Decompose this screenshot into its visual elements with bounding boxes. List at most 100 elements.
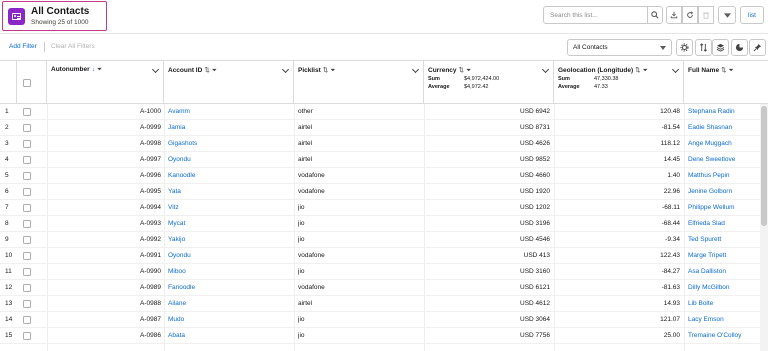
cell-full-name[interactable]: Ted Spurett (688, 232, 760, 248)
table-row[interactable]: 5 A-0996 Kanoodle vodafone USD 4660 1.40 Matth… (0, 168, 760, 184)
row-checkbox[interactable] (23, 236, 31, 244)
row-checkbox[interactable] (23, 156, 31, 164)
cell-account-id[interactable]: Fanoodle (168, 280, 288, 296)
cell-full-name[interactable]: Lacy Emson (688, 312, 760, 328)
add-filter-link[interactable]: Add Filter (9, 43, 37, 50)
table-row[interactable]: 8 A-0993 Mycat jio USD 3196 -68.44 Elfrieda Sl… (0, 216, 760, 232)
cell-full-name[interactable]: Ange Muggach (688, 136, 760, 152)
row-checkbox[interactable] (23, 220, 31, 228)
sort-icon[interactable]: ⇅ (721, 67, 726, 74)
refresh-button[interactable] (682, 6, 698, 24)
cell-account-id[interactable]: Mudo (168, 312, 288, 328)
list-view-button[interactable]: list (740, 6, 764, 24)
cell-account-id[interactable]: Miboo (168, 264, 288, 280)
cell-full-name[interactable]: Marge Tripett (688, 248, 760, 264)
row-checkbox[interactable] (23, 268, 31, 276)
cell-account-id[interactable]: Kanoodle (168, 168, 288, 184)
table-row[interactable]: 11 A-0990 Miboo jio USD 3160 -84.27 Asa Dallis… (0, 264, 760, 280)
chevron-down-icon[interactable] (671, 65, 680, 74)
table-row[interactable]: 1 A-1000 Avamm other USD 6942 120.48 Stephana … (0, 104, 760, 120)
cell-account-id[interactable]: Gigashots (168, 136, 288, 152)
sort-icon[interactable]: ⇅ (204, 67, 209, 74)
row-checkbox[interactable] (23, 188, 31, 196)
chevron-down-icon[interactable] (281, 65, 290, 74)
cell-account-id[interactable]: Abata (168, 328, 288, 344)
row-checkbox[interactable] (23, 172, 31, 180)
cell-account-id[interactable]: Ailane (168, 296, 288, 312)
cell-full-name[interactable]: Asa Dalliston (688, 264, 760, 280)
filter-icon[interactable]: ⏷ (643, 67, 648, 74)
cell-full-name[interactable]: Elfrieda Slad (688, 216, 760, 232)
cell-account-id[interactable]: Vitz (168, 200, 288, 216)
row-checkbox[interactable] (23, 124, 31, 132)
cell-full-name[interactable]: Dilly McGilbon (688, 280, 760, 296)
table-row[interactable]: 13 A-0988 Ailane airtel USD 4612 14.93 Lib Bol… (0, 296, 760, 312)
cell-full-name[interactable]: Jenine Golborn (688, 184, 760, 200)
group-button[interactable] (712, 39, 729, 56)
column-header-geolocation[interactable]: Geolocation (Longitude) ⇅ ⏷ Sum 47,330.38 A… (554, 61, 684, 104)
table-row[interactable]: 6 A-0995 Yata vodafone USD 1920 22.96 Jenine G… (0, 184, 760, 200)
filter-icon[interactable]: ⏷ (729, 67, 734, 74)
chevron-down-icon[interactable] (541, 65, 550, 74)
cell-account-id[interactable]: Oyondu (168, 248, 288, 264)
column-header-account-id[interactable]: Account ID ⇅ ⏷ (164, 61, 294, 104)
chevron-down-icon[interactable] (151, 65, 160, 74)
filter-icon[interactable]: ⏷ (466, 67, 471, 74)
sort-down-icon[interactable]: ↓ (92, 66, 95, 73)
row-checkbox[interactable] (23, 108, 31, 116)
cell-account-id[interactable]: Mycat (168, 216, 288, 232)
scrollbar-thumb[interactable] (761, 106, 767, 226)
cell-full-name[interactable]: Matthus Pepin (688, 168, 760, 184)
table-row[interactable]: 14 A-0987 Mudo jio USD 3064 121.07 Lacy Emson (0, 312, 760, 328)
column-header-autonumber[interactable]: Autonumber ↓ ⏷ (47, 61, 164, 104)
table-row[interactable]: 12 A-0989 Fanoodle vodafone USD 6121 -81.63 Di… (0, 280, 760, 296)
table-row[interactable]: 4 A-0997 Oyondu airtel USD 9852 14.45 Dene Swe… (0, 152, 760, 168)
table-row[interactable]: 10 A-0991 Oyondu vodafone USD 413 122.43 Marge… (0, 248, 760, 264)
table-row[interactable]: 15 A-0986 Abata jio USD 7756 25.00 Tremaine O'… (0, 328, 760, 344)
row-checkbox[interactable] (23, 316, 31, 324)
sort-button[interactable] (695, 39, 712, 56)
cell-account-id[interactable]: Oyondu (168, 152, 288, 168)
sort-icon[interactable]: ⇅ (459, 67, 464, 74)
cell-full-name[interactable]: Philippe Wellum (688, 200, 760, 216)
clear-filters-link[interactable]: Clear All Filters (51, 43, 95, 50)
table-row[interactable]: 3 A-0998 Gigashots airtel USD 4626 118.12 Ange… (0, 136, 760, 152)
chart-button[interactable] (731, 39, 748, 56)
view-select[interactable]: All Contacts (567, 39, 672, 56)
column-header-currency[interactable]: Currency ⇅ ⏷ Sum $4,972,424.00 Average $4,97… (424, 61, 554, 104)
cell-full-name[interactable]: Tremaine O'Colloy (688, 328, 760, 344)
row-checkbox[interactable] (23, 332, 31, 340)
cell-account-id[interactable]: Jamia (168, 120, 288, 136)
cell-account-id[interactable]: Avamm (168, 104, 288, 120)
row-checkbox[interactable] (23, 252, 31, 260)
sort-icon[interactable]: ⇅ (635, 67, 640, 74)
filter-icon[interactable]: ⏷ (330, 67, 335, 74)
row-checkbox[interactable] (23, 300, 31, 308)
table-row[interactable]: 9 A-0992 Yakijo jio USD 4546 -9.34 Ted Spurett (0, 232, 760, 248)
cell-full-name[interactable]: Dene Sweetlove (688, 152, 760, 168)
cell-account-id[interactable]: Yata (168, 184, 288, 200)
filter-icon[interactable]: ⏷ (97, 66, 102, 73)
row-checkbox[interactable] (23, 204, 31, 212)
column-header-picklist[interactable]: Picklist ⇅ ⏷ (294, 61, 424, 104)
row-checkbox[interactable] (23, 284, 31, 292)
column-header-full-name[interactable]: Full Name ⇅ ⏷ (684, 61, 768, 104)
table-row[interactable]: 7 A-0994 Vitz jio USD 1202 -68.11 Philippe Wel… (0, 200, 760, 216)
delete-button[interactable] (698, 6, 714, 24)
settings-button[interactable] (676, 39, 693, 56)
select-all-checkbox[interactable] (23, 79, 31, 87)
cell-full-name[interactable]: Stephana Radin (688, 104, 760, 120)
cell-account-id[interactable]: Yakijo (168, 232, 288, 248)
sort-icon[interactable]: ⇅ (323, 67, 328, 74)
search-input[interactable]: Search this list... (543, 6, 648, 24)
cell-full-name[interactable]: Lib Bolte (688, 296, 760, 312)
cell-full-name[interactable]: Eadie Shasnan (688, 120, 760, 136)
row-checkbox[interactable] (23, 140, 31, 148)
filter-icon[interactable]: ⏷ (212, 67, 217, 74)
export-button[interactable] (666, 6, 682, 24)
pin-button[interactable] (749, 39, 766, 56)
search-button[interactable] (647, 6, 663, 24)
more-actions-button[interactable] (718, 6, 736, 24)
table-row[interactable]: 2 A-0999 Jamia airtel USD 8731 -81.54 Eadie Sh… (0, 120, 760, 136)
chevron-down-icon[interactable] (411, 65, 420, 74)
